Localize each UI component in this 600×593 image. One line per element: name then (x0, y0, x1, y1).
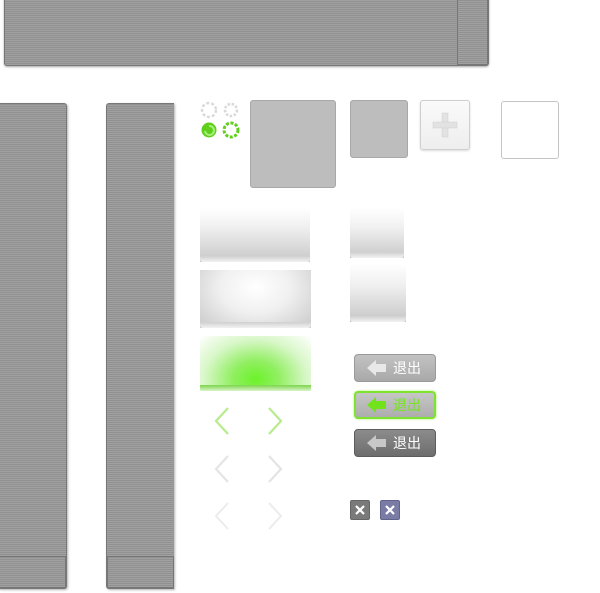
add-button[interactable] (420, 100, 470, 150)
chevron-right-icon[interactable] (263, 404, 287, 438)
toolbar-endcap (457, 0, 488, 65)
left-side-panel (0, 103, 67, 589)
narrow-tab-hover (350, 264, 406, 322)
refresh-icon (200, 101, 218, 119)
close-button[interactable] (350, 500, 370, 520)
chevron-right-icon[interactable] (263, 499, 287, 533)
plus-icon (432, 112, 458, 138)
empty-frame (501, 101, 559, 159)
exit-button-label: 退出 (393, 361, 421, 377)
close-icon (355, 505, 365, 515)
chevron-left-icon[interactable] (210, 499, 234, 533)
tab-background-hover (200, 270, 311, 328)
middle-side-panel (106, 103, 174, 589)
gear-icon (223, 102, 239, 118)
arrow-left-icon (367, 360, 386, 376)
chevron-right-icon[interactable] (263, 452, 287, 486)
panel-footer (0, 556, 66, 588)
image-placeholder-large (250, 100, 336, 188)
exit-button[interactable]: 退出 (354, 354, 436, 382)
exit-button-active[interactable]: 退出 (354, 391, 436, 419)
gear-icon (222, 121, 240, 139)
exit-button-label: 退出 (393, 436, 421, 452)
close-icon (385, 505, 395, 515)
chevron-left-icon[interactable] (210, 452, 234, 486)
arrow-left-icon (367, 435, 386, 451)
tab-background-selected (200, 336, 311, 391)
image-placeholder-small (350, 100, 408, 158)
panel-footer (107, 556, 174, 588)
exit-button-pressed[interactable]: 退出 (354, 429, 436, 457)
exit-button-label: 退出 (393, 398, 421, 414)
refresh-icon (201, 122, 217, 138)
chevron-left-icon[interactable] (210, 404, 234, 438)
status-icons-group (200, 101, 240, 139)
close-button-hover[interactable] (380, 500, 400, 520)
narrow-tab-normal (350, 208, 404, 258)
tab-background-normal (200, 208, 310, 262)
arrow-left-icon (367, 397, 386, 413)
top-toolbar-background (4, 0, 489, 66)
